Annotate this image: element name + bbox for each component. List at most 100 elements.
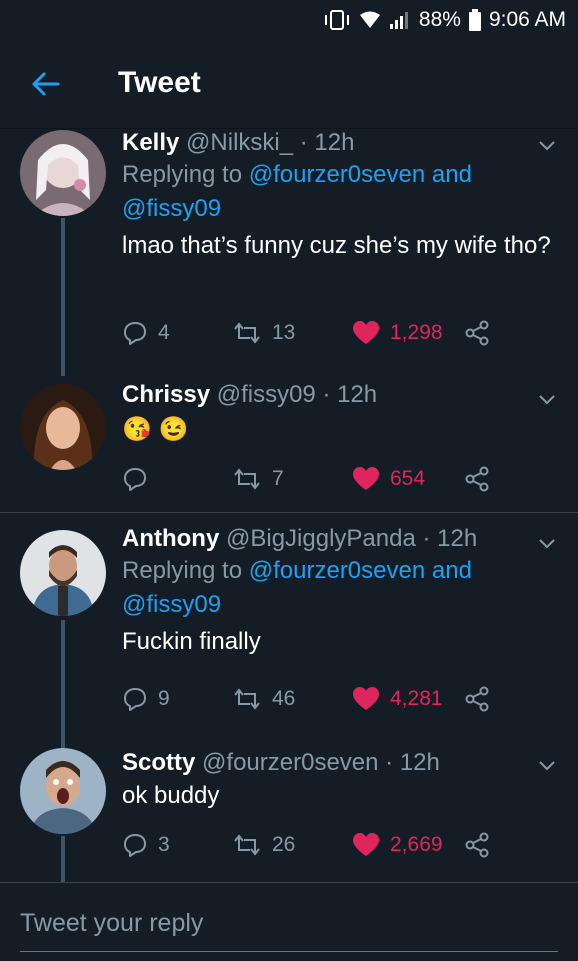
retweet-count: 46 [272,687,296,710]
reply-icon [124,468,146,491]
tweet-chrissy[interactable]: Chrissy @fissy09 · 12h 😘 😉 7 654 [0,376,578,506]
retweet-icon [234,468,260,490]
share-icon [465,686,489,712]
reply-icon [124,834,146,857]
tweet-text: lmao that’s funny cuz she’s my wife tho? [122,232,551,259]
signal-icon [389,12,408,29]
like-button[interactable]: 1,298 [352,318,443,348]
retweet-count: 13 [272,321,296,344]
display-name[interactable]: Kelly [122,129,179,156]
tweet-header: Anthony @BigJigglyPanda · 12h [122,524,552,554]
mention-link[interactable]: @fourzer0seven [249,557,425,584]
display-name[interactable]: Chrissy [122,381,210,408]
wifi-icon [359,11,380,28]
reply-count: 4 [158,321,170,344]
like-button[interactable]: 2,669 [352,830,443,860]
replying-to: Replying to @fourzer0seven and @fissy09 [122,554,552,622]
clock: 9:06 AM [488,8,566,31]
mention-link[interactable]: @fourzer0seven [249,161,425,188]
replying-prefix: Replying to [122,161,243,188]
tweet-anthony[interactable]: Anthony @BigJigglyPanda · 12h Replying t… [0,524,578,724]
username[interactable]: @BigJigglyPanda [226,525,416,552]
tweet-header: Chrissy @fissy09 · 12h [122,380,552,410]
reply-count: 3 [158,833,170,856]
timestamp: · 12h [422,525,478,552]
reply-count: 9 [158,687,170,710]
tweet-scotty[interactable]: Scotty @fourzer0seven · 12h ok buddy 3 2… [0,744,578,874]
reply-button[interactable]: 9 [122,684,170,714]
retweet-icon [234,322,260,344]
reply-icon [124,688,146,711]
chevron-down-icon[interactable] [538,140,556,152]
replying-and[interactable]: and [432,557,472,584]
app-bar: Tweet [0,40,578,129]
tweet-actions: 7 654 [122,464,562,494]
reply-composer[interactable]: Tweet your reply [0,882,578,961]
reply-underline [20,951,558,952]
tweet-text: Fuckin finally [122,628,261,655]
chevron-down-icon[interactable] [538,760,556,772]
reply-icon [124,322,146,345]
reply-input[interactable]: Tweet your reply [20,909,203,938]
timestamp: · 12h [299,129,355,156]
chevron-down-icon[interactable] [538,538,556,550]
like-count: 2,669 [390,833,443,856]
heart-filled-icon [353,833,379,856]
retweet-button[interactable]: 26 [232,830,295,860]
display-name[interactable]: Scotty [122,749,195,776]
username[interactable]: @fissy09 [217,381,316,408]
tweet-header: Scotty @fourzer0seven · 12h [122,748,552,778]
avatar[interactable] [20,130,106,216]
chevron-down-icon[interactable] [538,394,556,406]
avatar[interactable] [20,530,106,616]
share-icon [465,320,489,346]
replying-to: Replying to @fourzer0seven and @fissy09 [122,158,552,226]
reply-button[interactable]: 4 [122,318,170,348]
avatar[interactable] [20,384,106,470]
divider [0,512,578,513]
back-arrow-icon[interactable] [28,66,64,102]
like-count: 1,298 [390,321,443,344]
retweet-count: 26 [272,833,296,856]
status-bar: 88% 9:06 AM [0,0,578,40]
mention-link[interactable]: @fissy09 [122,591,221,618]
share-icon [465,832,489,858]
heart-filled-icon [353,321,379,344]
retweet-count: 7 [272,467,284,490]
reply-button[interactable]: 3 [122,830,170,860]
share-button[interactable] [464,684,490,714]
display-name[interactable]: Anthony [122,525,219,552]
retweet-button[interactable]: 7 [232,464,284,494]
vibrate-icon [324,10,349,30]
tweet-kelly[interactable]: Kelly @Nilkski_ · 12h Replying to @fourz… [0,128,578,368]
tweet-actions: 9 46 4,281 [122,684,562,714]
like-button[interactable]: 654 [352,464,425,494]
share-button[interactable] [464,464,490,494]
share-button[interactable] [464,830,490,860]
username[interactable]: @Nilkski_ [186,129,293,156]
mention-link[interactable]: @fissy09 [122,195,221,222]
like-count: 4,281 [390,687,443,710]
battery-icon [468,9,481,31]
heart-filled-icon [353,687,379,710]
tweet-text: ok buddy [122,782,220,809]
retweet-icon [234,834,260,856]
share-button[interactable] [464,318,490,348]
like-count: 654 [390,467,426,490]
reply-button[interactable] [122,464,158,494]
username[interactable]: @fourzer0seven [202,749,378,776]
replying-prefix: Replying to [122,557,243,584]
battery-percent: 88% [418,8,461,31]
retweet-button[interactable]: 46 [232,684,295,714]
tweet-actions: 4 13 1,298 [122,318,562,348]
tweet-actions: 3 26 2,669 [122,830,562,860]
timestamp: · 12h [322,381,378,408]
tweet-header: Kelly @Nilkski_ · 12h [122,128,552,158]
timestamp: · 12h [385,749,440,776]
share-icon [465,466,489,492]
replying-and[interactable]: and [432,161,472,188]
like-button[interactable]: 4,281 [352,684,443,714]
page-title: Tweet [118,66,201,99]
retweet-button[interactable]: 13 [232,318,295,348]
avatar[interactable] [20,748,106,834]
